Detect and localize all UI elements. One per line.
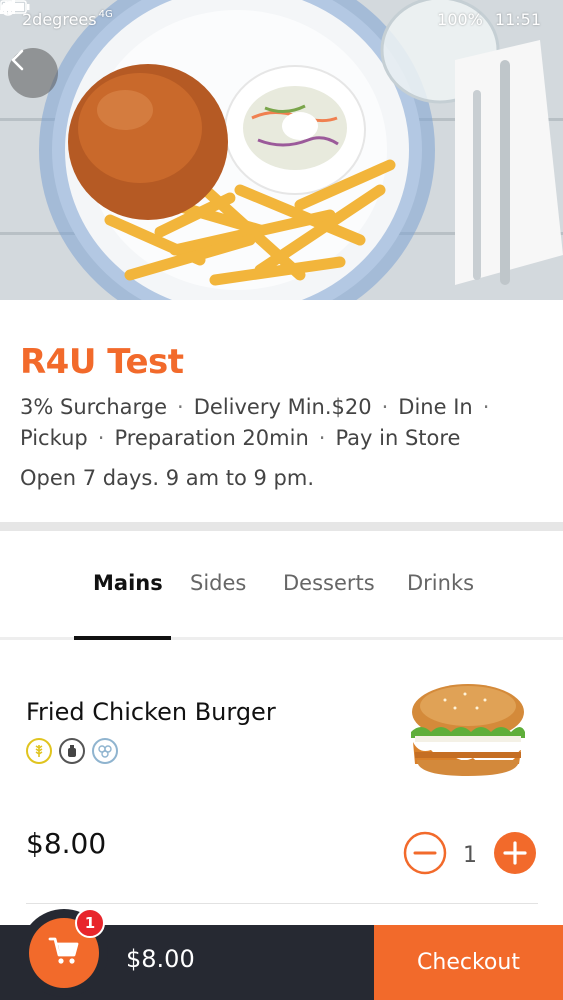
tab-drinks[interactable]: Drinks: [407, 571, 474, 595]
preparation-text: Preparation 20min: [114, 426, 309, 450]
item-price: $8.00: [26, 827, 107, 860]
decrease-button[interactable]: [403, 831, 447, 879]
shopping-cart-icon: [48, 936, 80, 970]
category-tabs: Mains Sides Desserts Drinks: [0, 531, 563, 640]
surcharge-text: 3% Surcharge: [20, 395, 168, 419]
allergen-group-icon: [92, 738, 118, 764]
cart-count-badge: 1: [75, 908, 105, 938]
diet-icons: [26, 738, 118, 764]
store-hero-image: 2degrees 4G 100% 11:51: [0, 0, 563, 300]
payment-text: Pay in Store: [335, 426, 461, 450]
store-info: R4U Test 3% Surcharge · Delivery Min.$20 · D…: [0, 300, 563, 522]
pickup-text: Pickup: [20, 426, 88, 450]
store-meta-line-1: 3% Surcharge · Delivery Min.$20 · Dine In ·: [20, 392, 543, 423]
item-name: Fried Chicken Burger: [26, 698, 276, 726]
battery-percent: 100%: [437, 9, 483, 29]
gluten-icon: [26, 738, 52, 764]
tab-sides[interactable]: Sides: [190, 571, 246, 595]
cart-total: $8.00: [126, 945, 195, 973]
item-image: [405, 680, 531, 784]
network-type-label: 4G: [98, 8, 113, 20]
clock-time: 11:51: [494, 9, 541, 29]
dine-in-text: Dine In: [398, 395, 473, 419]
separator-dot: ·: [318, 426, 326, 450]
quantity-stepper: 1: [403, 831, 537, 879]
delivery-min-text: Delivery Min.$20: [193, 395, 372, 419]
separator-dot: ·: [482, 395, 490, 419]
status-bar: 2degrees 4G 100% 11:51: [0, 0, 563, 38]
opening-hours: Open 7 days. 9 am to 9 pm.: [20, 466, 315, 490]
store-name: R4U Test: [20, 342, 184, 382]
allergen-bottle-icon: [59, 738, 85, 764]
separator-dot: ·: [177, 395, 184, 419]
separator-dot: ·: [381, 395, 389, 419]
quantity-value: 1: [463, 842, 477, 868]
carrier-label: 2degrees: [22, 9, 97, 29]
minus-icon: [403, 831, 447, 875]
back-button[interactable]: [8, 48, 58, 98]
plus-icon: [494, 832, 536, 874]
section-divider: [0, 522, 563, 531]
store-meta-line-2: Pickup · Preparation 20min · Pay in Store: [20, 423, 543, 454]
checkout-button[interactable]: Checkout: [374, 925, 563, 1000]
hero-food-photo: [0, 0, 563, 300]
increase-button[interactable]: [493, 831, 537, 879]
item-divider: [26, 903, 538, 904]
tab-mains[interactable]: Mains: [93, 571, 163, 595]
separator-dot: ·: [97, 426, 105, 450]
tab-desserts[interactable]: Desserts: [283, 571, 375, 595]
menu-item[interactable]: Fried Chicken Burger $8.00 1: [0, 640, 563, 910]
